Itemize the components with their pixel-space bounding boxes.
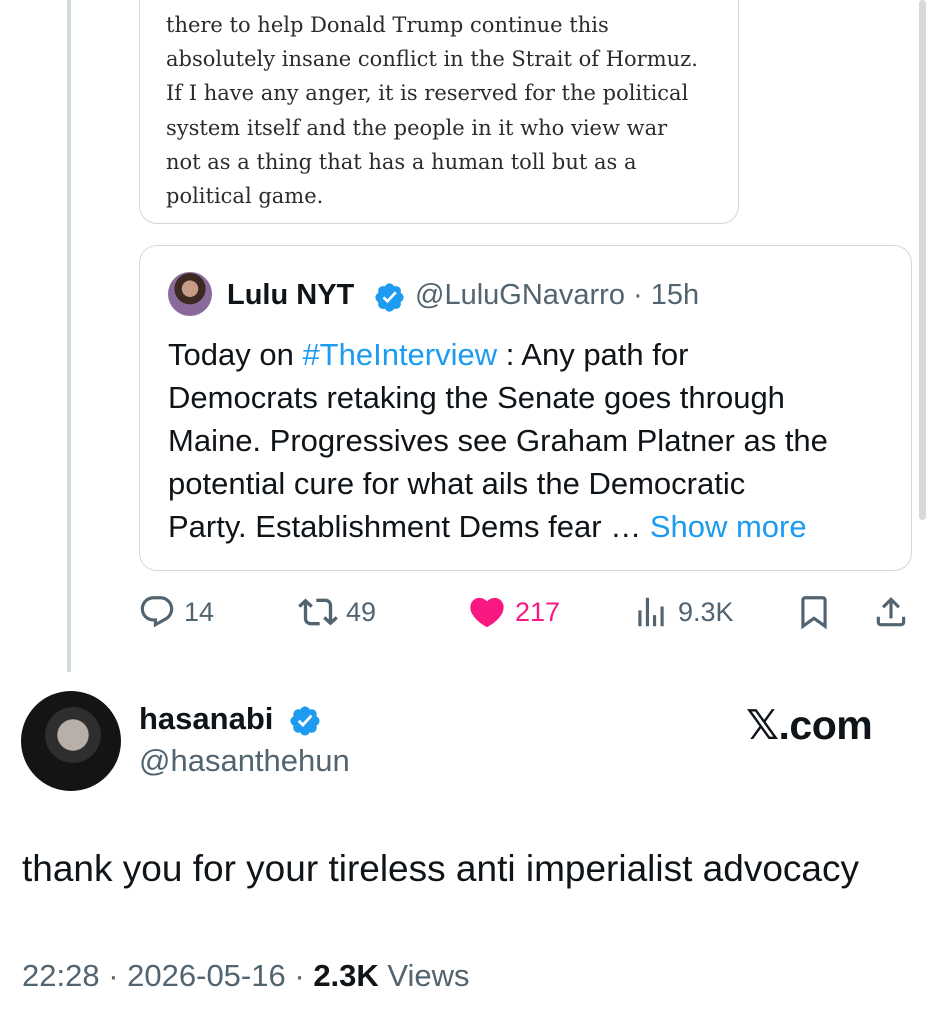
quoted-post-age: 15h (650, 279, 700, 311)
x-com-watermark: 𝕏.com (746, 702, 873, 748)
verified-badge-icon (290, 706, 320, 736)
post-views-label: Views (387, 958, 470, 993)
views-icon (638, 597, 664, 627)
post-views-count: 2.3K (313, 958, 379, 993)
repost-button[interactable]: 49 (298, 592, 376, 632)
quoted-article-text: there to help Donald Trump continue this… (166, 13, 698, 209)
quoted-post-avatar[interactable] (168, 272, 212, 316)
reply-button[interactable]: 14 (138, 592, 214, 632)
quoted-post-handle-and-age[interactable]: @LuluGNavarro · 15h (415, 279, 699, 312)
thread-connector-line (67, 0, 71, 672)
author-name[interactable]: hasanabi (139, 701, 273, 737)
like-count: 217 (515, 596, 561, 627)
quoted-post-text: Today on #TheInterview : Any path for De… (168, 337, 828, 544)
post-time[interactable]: 22:28 (22, 958, 100, 993)
repost-count: 49 (346, 596, 377, 627)
verified-badge-icon (375, 283, 404, 312)
author-avatar[interactable] (21, 691, 121, 791)
heart-icon (470, 597, 504, 628)
reply-count: 14 (184, 596, 215, 627)
bookmark-icon (801, 596, 827, 630)
views-button[interactable]: 9.3K (632, 592, 734, 632)
share-button[interactable] (872, 592, 910, 632)
hashtag-link[interactable]: #TheInterview (302, 337, 497, 372)
like-button[interactable]: 217 (467, 592, 560, 632)
views-count: 9.3K (678, 596, 734, 627)
post-metadata: 22:28 · 2026-05-16 · 2.3K Views (22, 958, 470, 993)
reply-icon (140, 596, 174, 628)
post-text: thank you for your tireless anti imperia… (22, 848, 859, 889)
post-date[interactable]: 2026-05-16 (127, 958, 286, 993)
scrollbar[interactable] (919, 0, 926, 520)
author-handle[interactable]: @hasanthehun (139, 743, 350, 779)
show-more-link[interactable]: Show more (650, 509, 807, 544)
share-icon (876, 597, 906, 627)
bookmark-button[interactable] (795, 592, 833, 632)
quoted-post-author-name[interactable]: Lulu NYT (227, 279, 354, 312)
repost-icon (298, 598, 338, 626)
